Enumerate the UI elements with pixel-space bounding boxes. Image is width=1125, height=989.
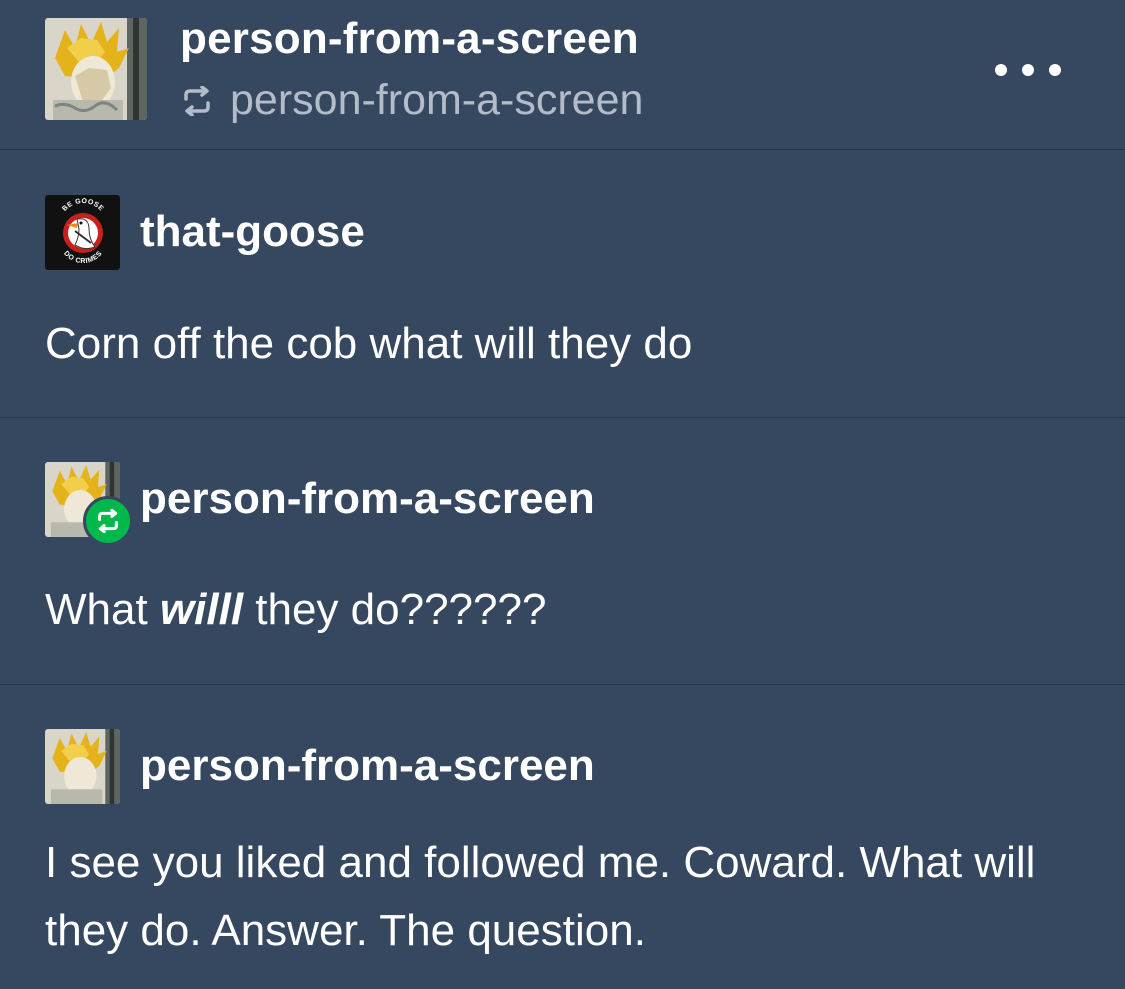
goose-avatar-icon: BE GOOSE DO CRIMES — [45, 195, 120, 270]
reblog-badge-icon — [83, 496, 133, 546]
username[interactable]: that-goose — [140, 207, 365, 257]
reblog-icon — [184, 85, 210, 116]
post-text: What willl they do?????? — [45, 576, 1065, 644]
post-text: I see you liked and followed me. Coward.… — [45, 838, 1036, 955]
post-text: Corn off the cob what will they do — [45, 319, 693, 368]
more-dot-icon — [1049, 64, 1061, 76]
username[interactable]: person-from-a-screen — [140, 474, 595, 524]
reblog-trail-item: person-from-a-screen What willl they do?… — [0, 418, 1125, 685]
blog-name[interactable]: person-from-a-screen — [180, 14, 639, 64]
reblogged-from: person-from-a-screen — [180, 76, 643, 125]
blog-avatar[interactable] — [45, 18, 147, 120]
post-text-part: they do?????? — [243, 585, 547, 634]
post-header: person-from-a-screen person-from-a-scree… — [0, 0, 1125, 150]
reblogged-from-name[interactable]: person-from-a-screen — [230, 76, 643, 125]
avatar[interactable] — [45, 462, 133, 546]
more-dot-icon — [1022, 64, 1034, 76]
more-dot-icon — [995, 64, 1007, 76]
avatar[interactable]: BE GOOSE DO CRIMES — [45, 195, 120, 270]
reblog-trail-item: BE GOOSE DO CRIMES that-goose Corn off t… — [0, 150, 1125, 418]
avatar[interactable] — [45, 729, 120, 804]
reblog-trail-item: person-from-a-screen I see you liked and… — [0, 685, 1125, 989]
post-text-emphasis: willl — [159, 585, 244, 634]
user-avatar-icon — [45, 729, 120, 804]
post-text-part: What — [45, 585, 160, 634]
more-options-button[interactable] — [995, 58, 1061, 82]
username[interactable]: person-from-a-screen — [140, 741, 595, 791]
